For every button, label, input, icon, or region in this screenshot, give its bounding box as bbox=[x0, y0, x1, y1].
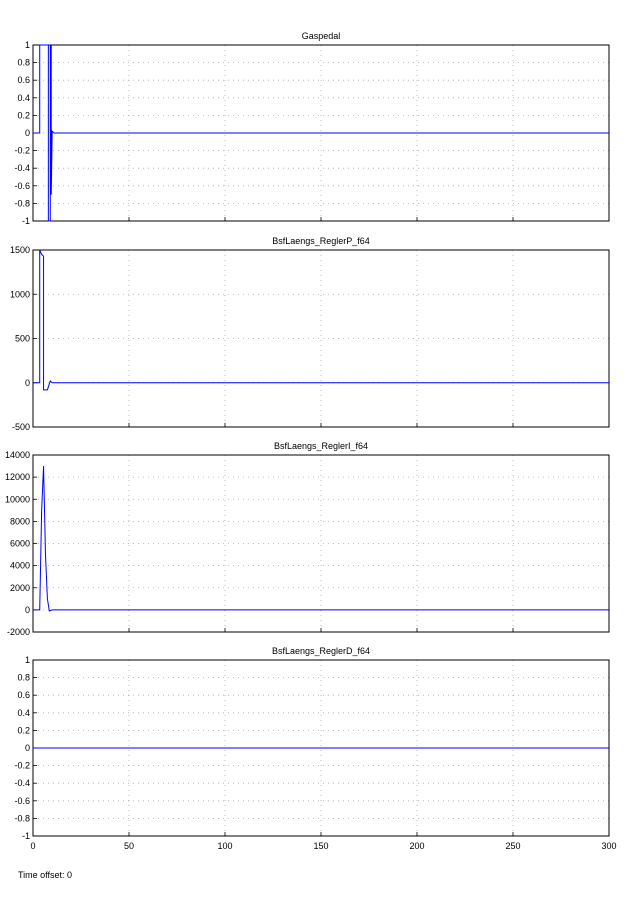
subplot-title: BsfLaengs_ReglerD_f64 bbox=[272, 646, 370, 656]
y-tick-label: 0.6 bbox=[17, 690, 30, 700]
y-tick-label: -0.6 bbox=[14, 181, 30, 191]
x-tick-label: 100 bbox=[217, 841, 232, 851]
series-line bbox=[33, 466, 609, 612]
y-tick-label: -0.2 bbox=[14, 761, 30, 771]
y-tick-label: 0.8 bbox=[17, 58, 30, 68]
y-tick-label: 0.6 bbox=[17, 75, 30, 85]
y-tick-label: 1000 bbox=[10, 289, 30, 299]
y-tick-label: 0.4 bbox=[17, 708, 30, 718]
time-offset-label: Time offset: 0 bbox=[18, 870, 73, 880]
scope-chart: -1 -0.8 -0.6 -0.4 -0.2 0 0.2 0.4 0.6 0.8 1 Gaspedal… bbox=[5, 31, 617, 851]
y-tick-label: -0.8 bbox=[14, 198, 30, 208]
subplot-3: -2000 0 2000 4000 6000 8000 10000 12000 14000 Bsf… bbox=[5, 441, 610, 637]
y-tick-label: -2000 bbox=[7, 627, 30, 637]
y-tick-label: -500 bbox=[12, 422, 30, 432]
subplot-title: BsfLaengs_ReglerI_f64 bbox=[274, 441, 368, 451]
y-tick-label: 1500 bbox=[10, 245, 30, 255]
y-tick-label: 6000 bbox=[10, 539, 30, 549]
x-tick-label: 200 bbox=[409, 841, 424, 851]
subplot-title: BsfLaengs_ReglerP_f64 bbox=[272, 236, 370, 246]
y-tick-label: 0.4 bbox=[17, 93, 30, 103]
y-tick-label: 0 bbox=[25, 378, 30, 388]
y-tick-label: 12000 bbox=[5, 472, 30, 482]
y-tick-label: -0.8 bbox=[14, 813, 30, 823]
subplot-2: -500 0 500 1000 1500 BsfLaengs_ReglerP_f64 bbox=[10, 236, 610, 432]
y-tick-label: 500 bbox=[15, 334, 30, 344]
y-tick-label: 0.2 bbox=[17, 110, 30, 120]
y-tick-label: 1 bbox=[25, 655, 30, 665]
y-tick-label: -0.2 bbox=[14, 146, 30, 156]
x-tick-label: 0 bbox=[30, 841, 35, 851]
y-tick-label: 0 bbox=[25, 128, 30, 138]
x-tick-label: 300 bbox=[601, 841, 616, 851]
y-tick-label: 0 bbox=[25, 743, 30, 753]
y-tick-label: 2000 bbox=[10, 583, 30, 593]
y-tick-label: -0.4 bbox=[14, 163, 30, 173]
subplot-4: -1 -0.8 -0.6 -0.4 -0.2 0 0.2 0.4 0.6 0.8 1 0 50 100 15… bbox=[14, 646, 616, 851]
y-tick-label: 0.2 bbox=[17, 725, 30, 735]
y-tick-label: -1 bbox=[22, 831, 30, 841]
x-tick-label: 150 bbox=[313, 841, 328, 851]
y-tick-label: 8000 bbox=[10, 516, 30, 526]
subplot-1: -1 -0.8 -0.6 -0.4 -0.2 0 0.2 0.4 0.6 0.8 1 Gaspedal bbox=[14, 31, 610, 226]
y-tick-label: 0.8 bbox=[17, 673, 30, 683]
y-tick-label: -0.6 bbox=[14, 796, 30, 806]
y-tick-label: -1 bbox=[22, 216, 30, 226]
x-tick-label: 250 bbox=[505, 841, 520, 851]
subplot-title: Gaspedal bbox=[302, 31, 341, 41]
y-tick-label: 1 bbox=[25, 40, 30, 50]
x-tick-label: 50 bbox=[124, 841, 134, 851]
y-tick-label: 14000 bbox=[5, 450, 30, 460]
y-tick-label: -0.4 bbox=[14, 778, 30, 788]
y-tick-label: 4000 bbox=[10, 561, 30, 571]
series-line bbox=[33, 44, 609, 222]
y-tick-label: 10000 bbox=[5, 494, 30, 504]
y-tick-label: 0 bbox=[25, 605, 30, 615]
